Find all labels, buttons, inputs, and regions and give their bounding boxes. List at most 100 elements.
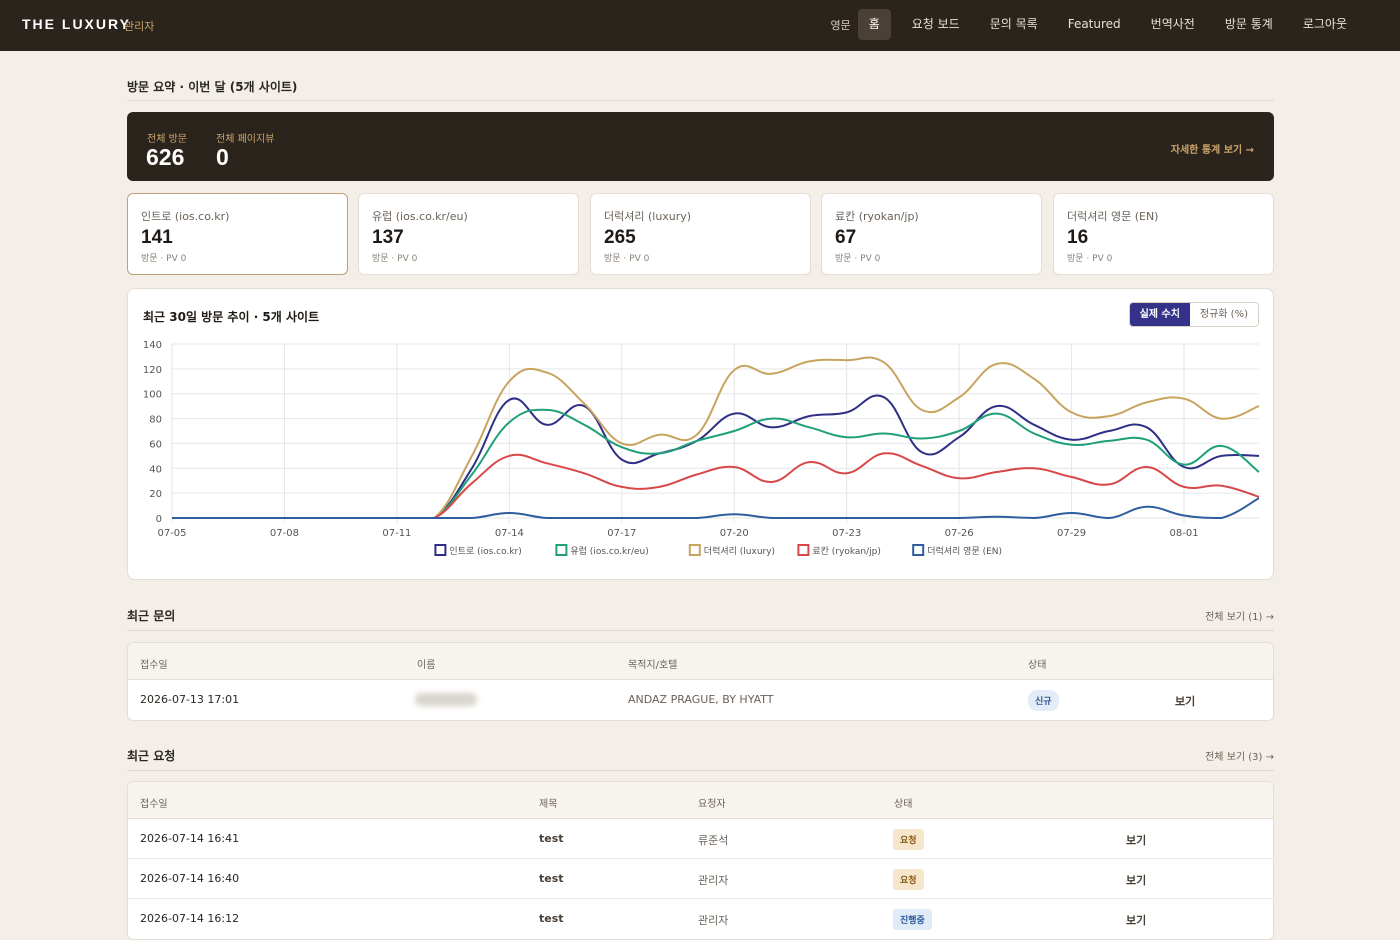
legend-swatch <box>912 544 925 556</box>
total-visits-value: 626 <box>146 144 185 170</box>
site-card-visits: 67 <box>835 227 857 248</box>
y-tick-label: 20 <box>149 489 162 500</box>
toggle-normalized-button[interactable]: 정규화 (%) <box>1189 303 1258 326</box>
recent-requests-title: 최근 요청 <box>127 749 176 763</box>
x-tick-label: 07-26 <box>945 528 974 539</box>
x-tick-label: 07-17 <box>607 528 636 539</box>
x-tick-label: 07-20 <box>720 528 749 539</box>
requests-view-all-link[interactable]: 전체 보기 (3) → <box>1205 748 1274 763</box>
table-header: 접수일 이름 목적지/호텔 상태 <box>128 643 1273 680</box>
series-line-4 <box>171 497 1260 520</box>
col-title: 제목 <box>539 799 558 810</box>
visit-summary-title: 방문 요약 · 이번 달 (5개 사이트) <box>127 80 298 94</box>
col-date: 접수일 <box>140 799 168 810</box>
view-link[interactable]: 보기 <box>1126 872 1146 888</box>
series-line-2 <box>171 356 1260 519</box>
site-card-sub: 방문 · PV 0 <box>372 254 418 264</box>
table-row[interactable]: 2026-07-14 16:12 test 관리자 진행중 보기 <box>128 899 1273 939</box>
site-card-luxury-en[interactable]: 더럭셔리 영문 (EN) 16 방문 · PV 0 <box>1053 193 1274 275</box>
table-row[interactable]: 2026-07-13 17:01 ANDAZ PRAGUE, BY HYATT … <box>128 680 1273 720</box>
status-badge: 요청 <box>893 829 924 850</box>
nav-logout[interactable]: 로그아웃 <box>1288 9 1362 40</box>
row-requester: 관리자 <box>698 914 729 927</box>
visit-trend-chart-panel: 0 20 40 60 80 100 120 140 07-05 07-08 07-11 07-14 07… <box>127 288 1274 580</box>
nav-featured[interactable]: Featured <box>1053 9 1136 40</box>
legend-label: 유럽 (ios.co.kr/eu) <box>570 546 648 557</box>
view-link[interactable]: 보기 <box>1126 912 1146 928</box>
x-tick-label: 07-05 <box>157 528 186 539</box>
status-badge: 신규 <box>1028 690 1059 711</box>
row-title: test <box>539 912 564 925</box>
total-visits-label: 전체 방문 <box>147 134 187 145</box>
col-status: 상태 <box>894 799 913 810</box>
requests-table: 접수일 제목 요청자 상태 2026-07-14 16:41 test 류준석 … <box>127 781 1274 940</box>
site-card-visits: 265 <box>604 227 636 248</box>
site-card-ryokan[interactable]: 료칸 (ryokan/jp) 67 방문 · PV 0 <box>821 193 1042 275</box>
site-card-visits: 16 <box>1067 227 1089 248</box>
inquiries-view-all-link[interactable]: 전체 보기 (1) → <box>1205 608 1274 623</box>
chart-title: 최근 30일 방문 추이 · 5개 사이트 <box>143 310 320 324</box>
row-title: test <box>539 872 564 885</box>
legend-swatch <box>434 544 447 556</box>
y-tick-label: 60 <box>149 439 162 450</box>
y-tick-label: 0 <box>156 514 162 525</box>
col-hotel: 목적지/호텔 <box>628 660 678 671</box>
site-card-name: 유럽 (ios.co.kr/eu) <box>372 210 468 223</box>
col-requester: 요청자 <box>698 799 726 810</box>
table-row[interactable]: 2026-07-14 16:41 test 류준석 요청 보기 <box>128 819 1273 859</box>
site-card-name: 료칸 (ryokan/jp) <box>835 210 919 223</box>
table-header: 접수일 제목 요청자 상태 <box>128 782 1273 819</box>
toggle-actual-button[interactable]: 실제 수치 <box>1129 303 1190 326</box>
brand-subtitle: 관리자 <box>124 20 155 33</box>
nav-dictionary[interactable]: 번역사전 <box>1136 9 1210 40</box>
x-tick-label: 08-01 <box>1170 528 1199 539</box>
site-card-visits: 141 <box>141 227 173 248</box>
col-name: 이름 <box>417 660 436 671</box>
col-status: 상태 <box>1028 660 1047 671</box>
nav-request-board[interactable]: 요청 보드 <box>897 9 975 40</box>
site-card-name: 인트로 (ios.co.kr) <box>141 210 230 223</box>
y-tick-label: 140 <box>143 340 162 351</box>
legend-label: 료칸 (ryokan/jp) <box>812 546 881 557</box>
site-card-luxury[interactable]: 더럭셔리 (luxury) 265 방문 · PV 0 <box>590 193 811 275</box>
brand-logo[interactable]: THE LUXURY <box>22 16 131 32</box>
x-tick-label: 07-11 <box>382 528 411 539</box>
y-tick-label: 40 <box>149 464 162 475</box>
site-card-sub: 방문 · PV 0 <box>604 254 650 264</box>
view-link[interactable]: 보기 <box>1175 693 1195 709</box>
site-card-europe[interactable]: 유럽 (ios.co.kr/eu) 137 방문 · PV 0 <box>358 193 579 275</box>
row-hotel: ANDAZ PRAGUE, BY HYATT <box>628 693 774 706</box>
y-tick-label: 100 <box>143 390 162 401</box>
row-title: test <box>539 832 564 845</box>
nav-home[interactable]: 홈 <box>857 9 891 40</box>
nav-visit-stats[interactable]: 방문 통계 <box>1210 9 1288 40</box>
main-nav: 영문 홈 요청 보드 문의 목록 Featured 번역사전 방문 통계 로그아… <box>830 9 1362 40</box>
detail-stats-link[interactable]: 자세한 통계 보기 → <box>1171 141 1254 156</box>
status-badge: 진행중 <box>893 909 932 930</box>
nav-inquiry-list[interactable]: 문의 목록 <box>975 9 1053 40</box>
row-date: 2026-07-14 16:40 <box>140 872 240 885</box>
x-tick-label: 07-23 <box>832 528 861 539</box>
total-pageviews-label: 전체 페이지뷰 <box>216 134 275 145</box>
row-date: 2026-07-14 16:41 <box>140 832 240 845</box>
chart-mode-toggle: 실제 수치 정규화 (%) <box>1128 302 1259 327</box>
y-tick-label: 120 <box>143 365 162 376</box>
inquiries-table: 접수일 이름 목적지/호텔 상태 2026-07-13 17:01 ANDAZ … <box>127 642 1274 721</box>
language-toggle[interactable]: 영문 <box>830 17 850 33</box>
site-card-intro[interactable]: 인트로 (ios.co.kr) 141 방문 · PV 0 <box>127 193 348 275</box>
site-cards: 인트로 (ios.co.kr) 141 방문 · PV 0 유럽 (ios.co… <box>127 193 1274 275</box>
series-line-0 <box>171 394 1260 519</box>
col-date: 접수일 <box>140 660 168 671</box>
total-pageviews-value: 0 <box>216 144 229 170</box>
site-card-visits: 137 <box>372 227 404 248</box>
site-card-name: 더럭셔리 (luxury) <box>604 210 692 223</box>
row-requester: 관리자 <box>698 874 729 887</box>
view-link[interactable]: 보기 <box>1126 832 1146 848</box>
y-tick-label: 80 <box>149 415 162 426</box>
visit-trend-chart: 0 20 40 60 80 100 120 140 07-05 07-08 07-11 07-14 07… <box>143 340 1260 557</box>
site-card-name: 더럭셔리 영문 (EN) <box>1067 210 1159 223</box>
divider <box>127 100 1274 101</box>
row-requester: 류준석 <box>698 834 729 847</box>
row-date: 2026-07-13 17:01 <box>140 693 240 706</box>
table-row[interactable]: 2026-07-14 16:40 test 관리자 요청 보기 <box>128 859 1273 899</box>
